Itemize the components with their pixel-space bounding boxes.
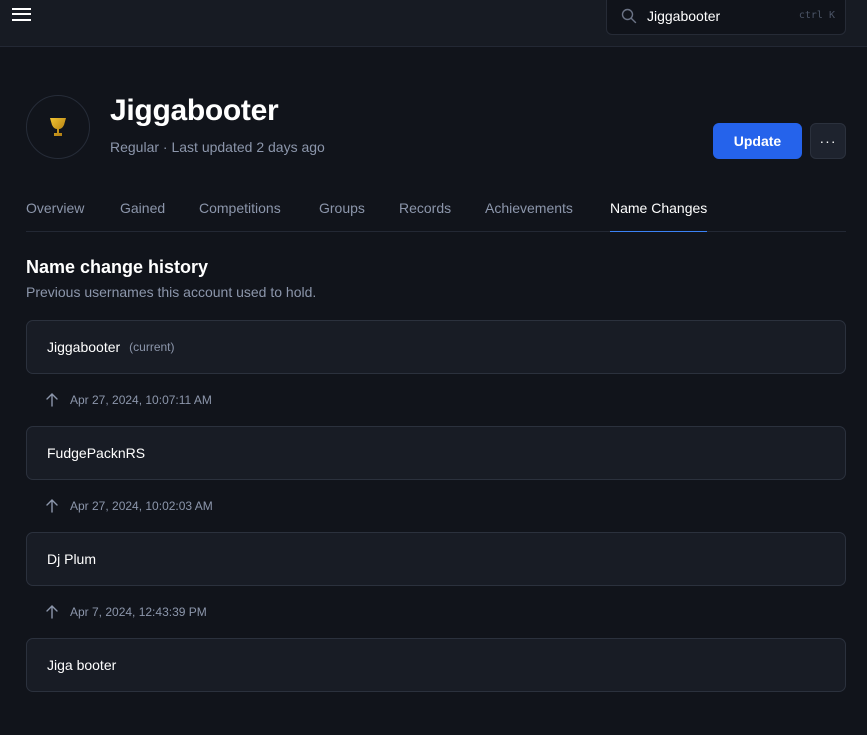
tab-groups[interactable]: Groups <box>319 200 365 232</box>
change-date: Apr 27, 2024, 10:07:11 AM <box>70 393 212 407</box>
trophy-icon <box>50 118 66 136</box>
username: FudgePacknRS <box>47 445 146 461</box>
tab-name-changes[interactable]: Name Changes <box>610 200 708 232</box>
change-date: Apr 7, 2024, 12:43:39 PM <box>70 605 207 619</box>
tab-records[interactable]: Records <box>399 200 451 232</box>
name-change-event: Apr 27, 2024, 10:07:11 AM <box>44 390 212 410</box>
search-shortcut-hint: ctrl K <box>798 10 835 21</box>
username: Dj Plum <box>47 551 97 567</box>
arrow-up-icon <box>46 605 58 619</box>
name-card: Jiggabooter (current) <box>26 320 846 374</box>
change-date: Apr 27, 2024, 10:02:03 AM <box>70 499 213 513</box>
tab-achievements[interactable]: Achievements <box>485 200 573 232</box>
player-meta: Regular · Last updated 2 days ago <box>110 139 325 155</box>
section-title: Name change history <box>26 257 209 277</box>
profile-tabs: Overview Gained Competitions Groups Reco… <box>26 190 846 232</box>
search-input[interactable]: Jiggabooter ctrl K <box>606 0 846 35</box>
section-subtitle: Previous usernames this account used to … <box>26 284 317 300</box>
name-change-event: Apr 27, 2024, 10:02:03 AM <box>44 496 213 516</box>
name-card: Jiga booter <box>26 638 846 692</box>
username: Jiggabooter <box>47 339 121 355</box>
tab-competitions[interactable]: Competitions <box>199 200 281 232</box>
more-options-button[interactable]: ··· <box>810 123 846 159</box>
hamburger-menu-icon[interactable] <box>12 7 32 23</box>
tab-overview[interactable]: Overview <box>26 200 84 232</box>
search-value: Jiggabooter <box>647 8 721 24</box>
more-options-icon: ··· <box>819 133 837 149</box>
username: Jiga booter <box>47 657 117 673</box>
tab-gained[interactable]: Gained <box>120 200 165 232</box>
arrow-up-icon <box>46 499 58 513</box>
top-bar: Jiggabooter ctrl K <box>0 0 867 47</box>
name-change-event: Apr 7, 2024, 12:43:39 PM <box>44 602 207 622</box>
arrow-up-icon <box>46 393 58 407</box>
name-card: FudgePacknRS <box>26 426 846 480</box>
current-badge: (current) <box>129 340 175 354</box>
update-button[interactable]: Update <box>713 123 802 159</box>
search-icon <box>621 8 637 24</box>
player-name: Jiggabooter <box>110 94 279 127</box>
name-card: Dj Plum <box>26 532 846 586</box>
avatar <box>26 95 90 159</box>
